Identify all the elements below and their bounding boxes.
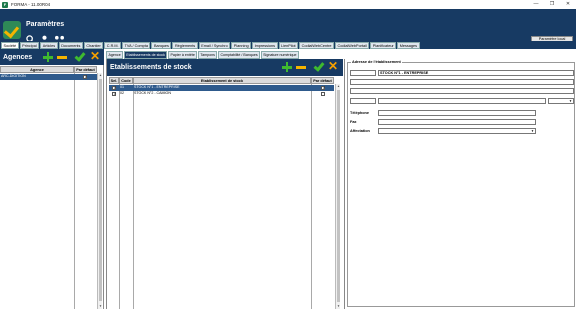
etablissement-code: 01 bbox=[120, 85, 124, 89]
agence-sub-tabs: Agence Etablissements de stock Papier à en… bbox=[106, 51, 300, 59]
adresse-fieldset: Adresse de l'établissement STOCK N°1 - E… bbox=[347, 60, 575, 307]
code-field[interactable] bbox=[350, 70, 376, 76]
tab-tva-compta[interactable]: TVA / Compta bbox=[122, 42, 151, 49]
agences-header: Agences ✕ bbox=[0, 49, 104, 65]
app-header: Paramètres Paramètre local bbox=[0, 9, 576, 44]
telephone-label: Téléphone bbox=[350, 111, 369, 115]
column-etablissement[interactable]: Etablissement de stock bbox=[133, 77, 311, 84]
tab-articles[interactable]: Articles bbox=[40, 42, 58, 49]
agences-panel: Agences ✕ Agence Par défaut ARC-DIGITION… bbox=[0, 49, 104, 309]
etablissement-row[interactable]: 01 STOCK N°1 - ENTREPRISE bbox=[109, 85, 334, 91]
ville-field[interactable] bbox=[378, 98, 546, 104]
etablissements-title: Etablissements de stock bbox=[110, 64, 192, 71]
window-titlebar: F FORMA - 11.00R04 — ❐ ✕ bbox=[0, 0, 576, 9]
etablissement-code: 02 bbox=[120, 91, 124, 95]
add-agence-button[interactable] bbox=[43, 52, 53, 62]
pays-select[interactable]: ▼ bbox=[548, 98, 574, 104]
remove-agence-button[interactable] bbox=[57, 56, 67, 59]
sel-checkbox[interactable] bbox=[112, 91, 117, 97]
app-logo bbox=[3, 21, 21, 39]
fax-field[interactable] bbox=[378, 119, 536, 125]
page-title: Paramètres bbox=[26, 21, 65, 28]
subtab-etablissements-de-stock[interactable]: Etablissements de stock bbox=[123, 51, 168, 59]
tab-documents[interactable]: Documents bbox=[58, 42, 83, 49]
chevron-down-icon: ▼ bbox=[531, 129, 534, 133]
etablissement-name-field[interactable]: STOCK N°1 - ENTREPRISE bbox=[378, 70, 574, 76]
agences-title: Agences bbox=[3, 54, 33, 61]
subtab-tampons[interactable]: Tampons bbox=[197, 51, 218, 59]
scroll-down-icon[interactable]: ▼ bbox=[336, 304, 341, 309]
tab-c-r-m[interactable]: C.R.M. bbox=[104, 42, 122, 49]
adresse-panel: Adresse de l'établissement STOCK N°1 - E… bbox=[344, 59, 576, 309]
adresse-line1-field[interactable] bbox=[350, 79, 574, 85]
tab-lienpilot[interactable]: LienPilot bbox=[278, 42, 299, 49]
etablissement-name: STOCK N°2 - CAMION bbox=[134, 91, 171, 95]
column-par-defaut[interactable]: Par défaut bbox=[74, 66, 97, 73]
tab-impressions[interactable]: Impressions bbox=[252, 42, 278, 49]
column-agence[interactable]: Agence bbox=[0, 66, 74, 73]
agence-name: ARC-DIGITION bbox=[1, 74, 26, 78]
tab-r-glements[interactable]: Règlements bbox=[172, 42, 198, 49]
tab-email-synchro[interactable]: Email / Synchro bbox=[198, 42, 231, 49]
tab-chantier[interactable]: Chantier bbox=[83, 42, 104, 49]
subtab-agence[interactable]: Agence bbox=[106, 51, 124, 59]
close-button[interactable]: ✕ bbox=[560, 0, 576, 9]
etablissements-panel: Etablissements de stock ✕ Sel. Code Etab… bbox=[106, 59, 343, 309]
add-etablissement-button[interactable] bbox=[282, 62, 292, 72]
remove-etablissement-button[interactable] bbox=[296, 66, 306, 69]
scroll-up-icon[interactable]: ▲ bbox=[98, 73, 103, 78]
restore-button[interactable]: ❐ bbox=[544, 0, 560, 9]
scroll-thumb[interactable] bbox=[336, 90, 341, 302]
tab-soci-t[interactable]: Société bbox=[1, 42, 19, 49]
agence-row[interactable]: ARC-DIGITION bbox=[0, 74, 97, 80]
tab-planificateur[interactable]: Planificateur bbox=[370, 42, 397, 49]
scroll-down-icon[interactable]: ▼ bbox=[98, 304, 103, 309]
cancel-etablissement-button[interactable]: ✕ bbox=[328, 60, 338, 72]
column-divider bbox=[311, 84, 312, 309]
scroll-thumb[interactable] bbox=[98, 79, 103, 301]
sel-checkbox[interactable] bbox=[112, 85, 117, 91]
subtab-papier-ent-te[interactable]: Papier à entête bbox=[167, 51, 198, 59]
window-title: FORMA - 11.00R04 bbox=[11, 2, 51, 7]
validate-agence-button[interactable] bbox=[74, 50, 86, 62]
chevron-down-icon: ▼ bbox=[569, 99, 572, 103]
par-defaut-checkbox[interactable] bbox=[83, 74, 88, 80]
affectation-select[interactable]: ▼ bbox=[378, 128, 536, 134]
column-divider bbox=[119, 84, 120, 309]
tab-planning[interactable]: Planning bbox=[231, 42, 252, 49]
minimize-button[interactable]: — bbox=[528, 0, 544, 9]
tab-codialwebportail[interactable]: CodialWebPortail bbox=[335, 42, 370, 49]
column-sel[interactable]: Sel. bbox=[109, 77, 119, 84]
tab-messages[interactable]: Messages bbox=[397, 42, 420, 49]
column-divider bbox=[133, 84, 134, 309]
adresse-line2-field[interactable] bbox=[350, 88, 574, 94]
par-defaut-checkbox[interactable] bbox=[321, 85, 326, 91]
validate-etablissement-button[interactable] bbox=[313, 60, 325, 72]
par-defaut-checkbox[interactable] bbox=[321, 91, 325, 96]
tab-codialwebcentre[interactable]: CodialWebCentre bbox=[299, 42, 335, 49]
adresse-legend: Adresse de l'établissement bbox=[351, 60, 402, 64]
column-par-defaut[interactable]: Par défaut bbox=[311, 77, 334, 84]
cancel-agence-button[interactable]: ✕ bbox=[90, 50, 100, 62]
subtab-comptabilit-banques[interactable]: Comptabilité / Banques bbox=[217, 51, 261, 59]
subtab-signature-num-rique[interactable]: Signature numérique bbox=[260, 51, 299, 59]
column-code[interactable]: Code bbox=[119, 77, 133, 84]
fax-label: Fax bbox=[350, 120, 357, 124]
agences-scrollbar[interactable]: ▲ ▼ bbox=[97, 73, 103, 309]
code-postal-field[interactable] bbox=[350, 98, 376, 104]
affectation-label: Affectation bbox=[350, 129, 370, 133]
main-tabs: Société Principal Articles Documents Chantie… bbox=[0, 41, 576, 49]
column-divider bbox=[74, 73, 75, 309]
window-controls: — ❐ ✕ bbox=[528, 0, 576, 9]
etablissements-scrollbar[interactable]: ▲ ▼ bbox=[335, 84, 341, 309]
tab-banques[interactable]: Banques bbox=[151, 42, 172, 49]
etablissement-row[interactable]: 02 STOCK N°2 - CAMION bbox=[109, 91, 334, 97]
etablissements-header: Etablissements de stock ✕ bbox=[107, 59, 343, 76]
tab-principal[interactable]: Principal bbox=[19, 42, 40, 49]
app-icon: F bbox=[2, 1, 8, 8]
etablissement-name: STOCK N°1 - ENTREPRISE bbox=[134, 85, 180, 89]
scroll-up-icon[interactable]: ▲ bbox=[336, 84, 341, 89]
telephone-field[interactable] bbox=[378, 110, 536, 116]
